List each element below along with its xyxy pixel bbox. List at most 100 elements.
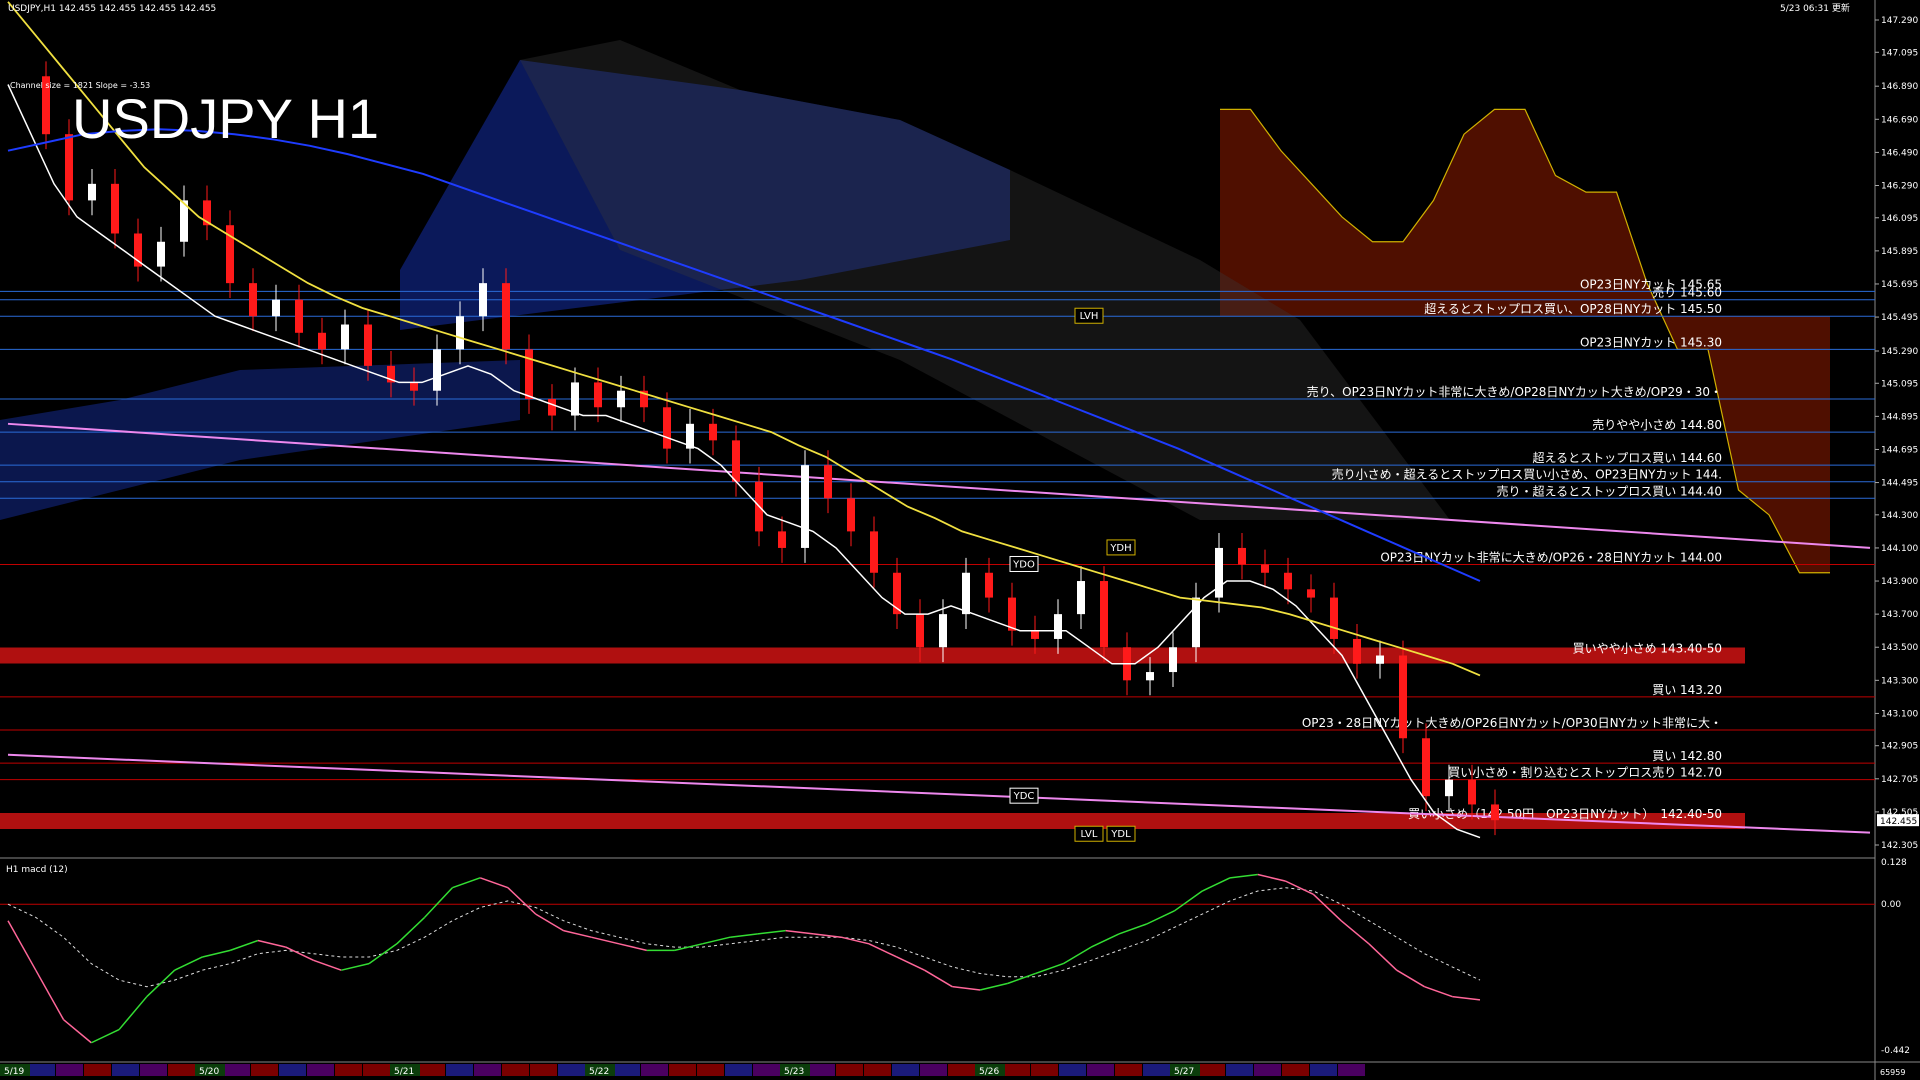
time-tab: [725, 1064, 752, 1076]
candle-body: [663, 407, 671, 449]
level-label: OP23日NYカット非常に大きめ/OP26・28日NYカット 144.00: [1380, 550, 1722, 564]
y-tick-label: 146.690: [1881, 115, 1918, 125]
candle-body: [364, 324, 372, 366]
day-label: 5/21: [394, 1067, 414, 1077]
time-tab: [335, 1064, 362, 1076]
candle-body: [1215, 547, 1223, 598]
day-label: 5/20: [199, 1067, 219, 1077]
y-tick-label: 143.900: [1881, 577, 1918, 587]
level-label: 買い 143.20: [1652, 683, 1722, 697]
candle-body: [341, 324, 349, 350]
y-tick-label: 144.895: [1881, 412, 1918, 422]
candle-body: [1146, 672, 1154, 681]
y-tick-label: 145.695: [1881, 280, 1918, 290]
candle-body: [1192, 597, 1200, 648]
marker-label: YDO: [1012, 559, 1035, 570]
y-tick-label: 146.490: [1881, 148, 1918, 158]
time-tab: [279, 1064, 306, 1076]
macd-label: H1 macd (12): [6, 865, 68, 875]
time-tab: [530, 1064, 557, 1076]
candle-body: [778, 531, 786, 548]
macd-tick-label: 0.128: [1881, 858, 1907, 868]
time-tab: [1059, 1064, 1086, 1076]
time-tab: [112, 1064, 139, 1076]
time-tab: [1198, 1064, 1225, 1076]
level-label: 買い小さめ・割り込むとストップロス売り 142.70: [1448, 765, 1722, 780]
day-label: 5/23: [784, 1067, 804, 1077]
level-label: 売り 145.60: [1652, 285, 1722, 300]
y-tick-label: 142.305: [1881, 841, 1918, 851]
candle-body: [1330, 597, 1338, 639]
time-axis[interactable]: 5/19 5/20 5/21 5/22 5/23 5/26 5/27: [0, 1064, 1365, 1077]
candle-body: [1468, 779, 1476, 805]
time-tab: [363, 1064, 390, 1076]
candle-body: [1238, 547, 1246, 565]
y-tick-label: 145.290: [1881, 347, 1918, 357]
chart-title: USDJPY H1: [72, 87, 379, 150]
time-tab: [1003, 1064, 1030, 1076]
time-tab: [223, 1064, 250, 1076]
candle-body: [594, 382, 602, 408]
level-label: 売りやや小さめ 144.80: [1592, 417, 1722, 432]
candle-body: [318, 332, 326, 350]
price-chart[interactable]: OP23日NYカット 145.65売り 145.60超えるとストップロス買い、O…: [0, 0, 1920, 1080]
marker-label: YDC: [1013, 791, 1035, 802]
marker-label: YDH: [1109, 543, 1131, 554]
y-tick-label: 146.290: [1881, 181, 1918, 191]
day-label: 5/19: [4, 1067, 24, 1077]
y-tick-label: 144.100: [1881, 544, 1918, 554]
y-tick-label: 146.095: [1881, 214, 1918, 224]
time-tab: [1254, 1064, 1281, 1076]
time-tab: [140, 1064, 167, 1076]
level-label: 売り・超えるとストップロス買い 144.40: [1497, 483, 1722, 498]
time-tab: [920, 1064, 947, 1076]
candle-body: [249, 283, 257, 317]
candle-body: [1307, 589, 1315, 598]
level-label: OP23日NYカット 145.30: [1580, 335, 1722, 349]
time-tab: [641, 1064, 668, 1076]
candle-body: [1008, 597, 1016, 631]
time-tab: [474, 1064, 501, 1076]
candle-body: [157, 241, 165, 267]
candle-body: [1491, 804, 1499, 821]
marker-label: YDL: [1110, 829, 1131, 840]
update-timestamp: 5/23 06:31 更新: [1780, 2, 1850, 14]
candle-body: [916, 614, 924, 648]
time-tab: [1338, 1064, 1365, 1076]
macd-tick-label: 0.00: [1881, 900, 1901, 910]
candle-body: [479, 283, 487, 317]
candle-body: [1077, 581, 1085, 615]
candle-body: [847, 498, 855, 532]
time-tab: [1115, 1064, 1142, 1076]
y-tick-label: 142.905: [1881, 742, 1918, 752]
y-tick-label: 145.095: [1881, 379, 1918, 389]
footer-counter: 65959: [1880, 1068, 1905, 1077]
candle-body: [1422, 738, 1430, 797]
time-tab: [613, 1064, 640, 1076]
level-label: 買い 142.80: [1652, 749, 1722, 763]
time-tab: [1143, 1064, 1170, 1076]
y-tick-label: 143.100: [1881, 709, 1918, 719]
time-tab: [168, 1064, 195, 1076]
candle-body: [1376, 655, 1384, 664]
candle-body: [985, 572, 993, 598]
y-tick-label: 145.495: [1881, 313, 1918, 323]
time-tab: [1031, 1064, 1058, 1076]
candle-body: [1031, 630, 1039, 639]
candle-body: [1353, 638, 1361, 664]
time-tab: [808, 1064, 835, 1076]
candle-body: [502, 283, 510, 350]
day-label: 5/26: [979, 1067, 999, 1077]
time-tab: [558, 1064, 585, 1076]
time-tab: [836, 1064, 863, 1076]
candle-body: [1054, 614, 1062, 639]
candle-body: [709, 423, 717, 441]
time-tab: [446, 1064, 473, 1076]
time-tab: [864, 1064, 891, 1076]
marker-label: LVL: [1081, 829, 1098, 840]
candle-body: [824, 465, 832, 499]
candle-body: [548, 398, 556, 416]
y-tick-label: 144.300: [1881, 511, 1918, 521]
time-tab: [948, 1064, 975, 1076]
candle-body: [732, 440, 740, 482]
